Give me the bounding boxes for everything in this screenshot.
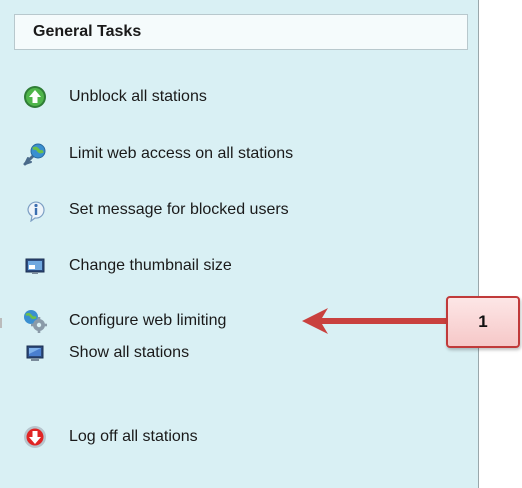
panel-header: General Tasks [14, 14, 468, 50]
thumbnail-monitor-icon [20, 251, 50, 281]
left-edge-mark [0, 318, 2, 328]
monitor-icon [20, 338, 50, 368]
callout-badge: 1 [446, 296, 520, 348]
task-label: Show all stations [69, 344, 190, 361]
task-label: Change thumbnail size [69, 257, 232, 274]
task-label: Set message for blocked users [69, 201, 289, 218]
task-label: Unblock all stations [69, 88, 207, 105]
task-label: Log off all stations [69, 428, 198, 445]
task-label: Configure web limiting [69, 312, 227, 329]
logoff-red-arrow-icon [20, 422, 50, 452]
callout-arrow [302, 308, 448, 334]
task-log-off-all-stations[interactable]: Log off all stations [20, 421, 440, 453]
globe-limit-icon [20, 139, 50, 169]
gear-globe-icon [20, 306, 50, 336]
task-limit-web-access[interactable]: Limit web access on all stations [20, 138, 440, 170]
task-set-message[interactable]: Set message for blocked users [20, 194, 440, 226]
panel-title: General Tasks [33, 23, 142, 40]
callout-number: 1 [478, 312, 488, 331]
task-show-all-stations-row[interactable]: Show all stations [20, 337, 440, 369]
general-tasks-panel: General Tasks Unblock all stations Limit… [0, 0, 479, 488]
info-message-icon [20, 195, 50, 225]
task-change-thumbnail-size[interactable]: Change thumbnail size [20, 250, 440, 282]
task-label: Limit web access on all stations [69, 145, 294, 162]
task-unblock-all-stations[interactable]: Unblock all stations [20, 81, 440, 113]
unblock-green-arrow-icon [20, 82, 50, 112]
